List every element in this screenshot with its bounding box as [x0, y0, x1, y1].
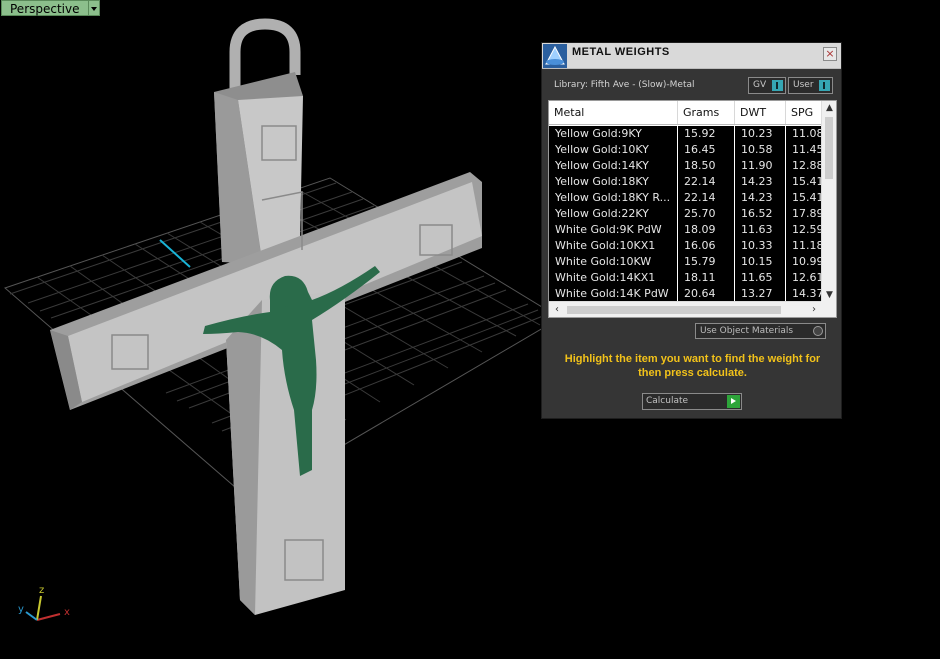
cell-spg: 11.18	[792, 239, 822, 252]
cell-grams: 20.64	[678, 286, 735, 302]
scroll-left-icon[interactable]: ‹	[549, 302, 565, 317]
horizontal-scrollbar[interactable]: ‹ ›	[549, 301, 822, 317]
cell-grams: 25.70	[678, 206, 735, 222]
cell-grams: 22.14	[678, 174, 735, 190]
axis-label-x: x	[64, 607, 70, 618]
gv-toggle[interactable]: GV	[748, 77, 786, 94]
cell-metal: Yellow Gold:10KY	[549, 142, 678, 158]
cell-grams: 22.14	[678, 190, 735, 206]
cell-spg: 12.59	[792, 223, 822, 236]
toggle-knob-icon	[772, 80, 783, 91]
vertical-scroll-thumb[interactable]	[825, 117, 833, 179]
column-header-spg[interactable]: SPG	[786, 101, 822, 124]
cell-grams: 16.06	[678, 238, 735, 254]
cell-dwt: 11.65	[735, 270, 786, 286]
cell-dwt: 16.52	[735, 206, 786, 222]
table-row[interactable]: Yellow Gold:18KY R... 22.14 14.23 15.41	[549, 190, 822, 206]
panel-title: METAL WEIGHTS	[572, 45, 670, 58]
cell-dwt: 10.58	[735, 142, 786, 158]
cell-metal: White Gold:14KX1	[549, 270, 678, 286]
cell-dwt: 10.33	[735, 238, 786, 254]
cell-dwt: 10.23	[735, 126, 786, 142]
cell-metal: Yellow Gold:18KY R...	[549, 190, 678, 206]
axis-tripod	[25, 595, 61, 621]
play-arrow-icon[interactable]	[727, 395, 740, 408]
vertical-scrollbar[interactable]: ▲ ▼	[821, 101, 836, 302]
axis-label-y: y	[18, 604, 24, 615]
cell-grams: 15.92	[678, 126, 735, 142]
cell-dwt: 14.23	[735, 190, 786, 206]
cell-spg: 14.37	[792, 287, 822, 300]
scroll-corner	[821, 301, 836, 317]
viewport-label[interactable]: Perspective	[1, 0, 100, 16]
metal-weights-panel: METAL WEIGHTS × Library: Fifth Ave - (Sl…	[541, 42, 842, 419]
cell-grams: 16.45	[678, 142, 735, 158]
cell-grams: 15.79	[678, 254, 735, 270]
cell-grams: 18.11	[678, 270, 735, 286]
cell-spg: 11.08	[792, 127, 822, 140]
cell-spg: 12.88	[792, 159, 822, 172]
cell-grams: 18.50	[678, 158, 735, 174]
column-header-grams[interactable]: Grams	[678, 101, 735, 124]
cell-spg: 15.41	[792, 175, 822, 188]
scroll-down-icon[interactable]: ▼	[822, 288, 836, 302]
cell-spg: 12.61	[792, 271, 822, 284]
chevron-down-icon[interactable]	[88, 0, 100, 16]
table-row[interactable]: Yellow Gold:9KY 15.92 10.23 11.08	[549, 126, 822, 142]
use-object-materials-label: Use Object Materials	[700, 326, 794, 336]
cell-spg: 11.45	[792, 143, 822, 156]
cell-dwt: 14.23	[735, 174, 786, 190]
metal-weights-logo-icon	[543, 43, 567, 68]
user-label: User	[793, 80, 814, 90]
scroll-right-icon[interactable]: ›	[806, 302, 822, 317]
column-header-metal[interactable]: Metal	[549, 101, 678, 124]
scroll-up-icon[interactable]: ▲	[822, 101, 836, 115]
table-row[interactable]: Yellow Gold:14KY 18.50 11.90 12.88	[549, 158, 822, 174]
cell-grams: 18.09	[678, 222, 735, 238]
toggle-knob-icon	[819, 80, 830, 91]
cell-spg: 17.89	[792, 207, 822, 220]
horizontal-scroll-thumb[interactable]	[567, 306, 781, 314]
cell-dwt: 11.90	[735, 158, 786, 174]
cell-metal: White Gold:14K PdW	[549, 286, 678, 302]
table-header: Metal Grams DWT SPG	[549, 101, 822, 125]
table-row[interactable]: Yellow Gold:10KY 16.45 10.58 11.45	[549, 142, 822, 158]
table-row[interactable]: White Gold:14K PdW 20.64 13.27 14.37	[549, 286, 822, 302]
cell-metal: Yellow Gold:14KY	[549, 158, 678, 174]
metal-table[interactable]: Metal Grams DWT SPG Yellow Gold:9KY 15.92…	[548, 100, 837, 318]
table-row[interactable]: Yellow Gold:18KY 22.14 14.23 15.41	[549, 174, 822, 190]
cell-metal: White Gold:10KW	[549, 254, 678, 270]
table-row[interactable]: White Gold:14KX1 18.11 11.65 12.61	[549, 270, 822, 286]
panel-titlebar[interactable]: METAL WEIGHTS ×	[542, 43, 841, 69]
instruction-text: Highlight the item you want to find the …	[564, 353, 821, 379]
cell-dwt: 11.63	[735, 222, 786, 238]
cell-metal: Yellow Gold:18KY	[549, 174, 678, 190]
cell-dwt: 10.15	[735, 254, 786, 270]
user-toggle[interactable]: User	[788, 77, 833, 94]
table-row[interactable]: Yellow Gold:22KY 25.70 16.52 17.89	[549, 206, 822, 222]
viewport-name[interactable]: Perspective	[1, 0, 89, 16]
calculate-label: Calculate	[646, 396, 689, 406]
cell-metal: White Gold:10KX1	[549, 238, 678, 254]
table-body: Yellow Gold:9KY 15.92 10.23 11.08 Yellow Gol…	[549, 126, 822, 302]
use-object-materials-option[interactable]: Use Object Materials	[695, 323, 826, 339]
table-row[interactable]: White Gold:10KW 15.79 10.15 10.99	[549, 254, 822, 270]
cell-metal: White Gold:9K PdW	[549, 222, 678, 238]
table-row[interactable]: White Gold:9K PdW 18.09 11.63 12.59	[549, 222, 822, 238]
cell-metal: Yellow Gold:9KY	[549, 126, 678, 142]
cell-metal: Yellow Gold:22KY	[549, 206, 678, 222]
cell-dwt: 13.27	[735, 286, 786, 302]
axis-label-z: z	[39, 585, 45, 596]
gv-label: GV	[753, 80, 767, 90]
cell-spg: 10.99	[792, 255, 822, 268]
cell-spg: 15.41	[792, 191, 822, 204]
calculate-button[interactable]: Calculate	[642, 393, 742, 410]
table-row[interactable]: White Gold:10KX1 16.06 10.33 11.18	[549, 238, 822, 254]
library-label: Library: Fifth Ave - (Slow)-Metal	[554, 80, 695, 90]
column-header-dwt[interactable]: DWT	[735, 101, 786, 124]
close-icon[interactable]: ×	[823, 47, 837, 61]
radio-icon[interactable]	[813, 326, 823, 336]
